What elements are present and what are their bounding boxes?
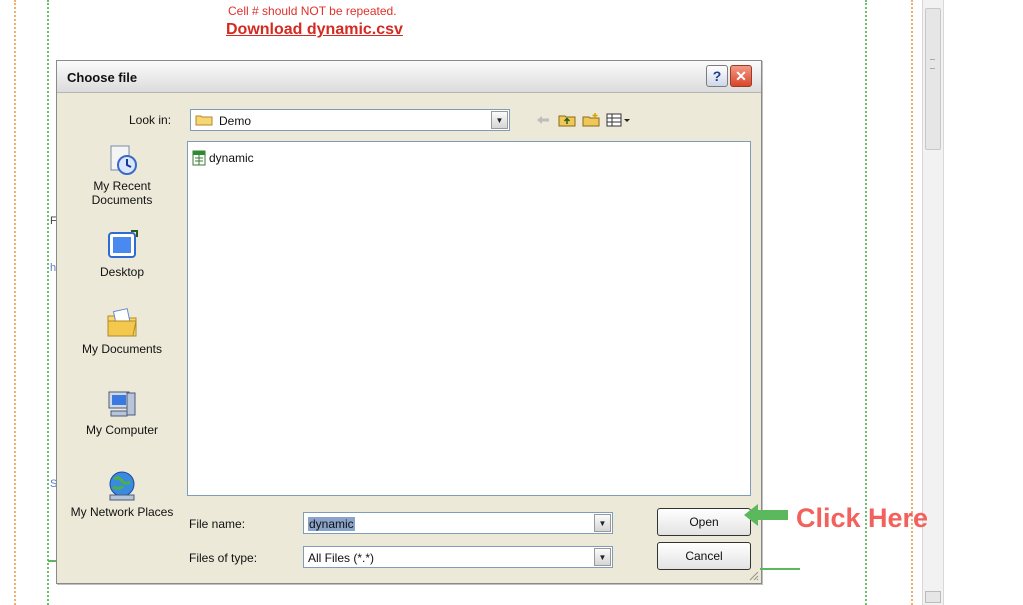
choose-file-dialog: Choose file ? ✕ Look in: Demo ▼ My Recen… <box>56 60 762 584</box>
place-my-computer[interactable]: My Computer <box>67 387 177 437</box>
back-button[interactable] <box>533 111 553 129</box>
page-notice: Cell # should NOT be repeated. <box>228 4 397 18</box>
resize-grip-icon[interactable] <box>747 569 759 581</box>
guide-line <box>47 0 49 605</box>
place-label: My Recent Documents <box>91 179 153 207</box>
file-name-value: dynamic <box>308 517 355 531</box>
file-name-dropdown-button[interactable]: ▼ <box>594 514 611 532</box>
close-button[interactable]: ✕ <box>730 65 752 87</box>
file-name: dynamic <box>209 151 254 165</box>
my-documents-icon <box>107 308 137 337</box>
csv-file-icon <box>192 150 206 166</box>
look-in-select[interactable]: Demo ▼ <box>190 109 510 131</box>
cancel-button[interactable]: Cancel <box>657 542 751 570</box>
file-list[interactable]: dynamic <box>187 141 751 496</box>
dialog-titlebar[interactable]: Choose file ? ✕ <box>57 61 761 93</box>
annotation-line <box>760 568 800 570</box>
recent-documents-icon <box>110 145 137 175</box>
desktop-icon <box>108 230 138 258</box>
files-of-type-value: All Files (*.*) <box>308 551 375 565</box>
network-places-icon <box>109 471 135 501</box>
place-label: My Documents <box>81 342 163 356</box>
click-here-annotation: Click Here <box>796 503 929 533</box>
close-icon: ✕ <box>735 68 747 84</box>
look-in-dropdown-button[interactable]: ▼ <box>491 111 508 129</box>
folder-icon <box>195 115 213 126</box>
place-label: My Computer <box>85 423 159 437</box>
download-link[interactable]: Download dynamic.csv <box>226 21 403 39</box>
chevron-down-icon: ▼ <box>495 115 504 125</box>
view-menu-icon <box>606 113 630 127</box>
place-network-places[interactable]: My Network Places <box>67 469 177 519</box>
file-name-input[interactable]: dynamic ▼ <box>303 512 613 534</box>
back-arrow-icon <box>537 116 549 124</box>
guide-line <box>14 0 16 605</box>
place-recent-documents[interactable]: My Recent Documents <box>67 143 177 207</box>
list-item[interactable]: dynamic <box>191 150 254 166</box>
file-name-text: dynamic <box>308 517 355 531</box>
view-menu-button[interactable] <box>605 111 633 129</box>
green-arrow-icon <box>744 504 788 526</box>
place-my-documents[interactable]: My Documents <box>67 306 177 356</box>
new-folder-icon <box>582 113 600 127</box>
dialog-title: Choose file <box>67 70 138 85</box>
place-desktop[interactable]: Desktop <box>67 229 177 279</box>
page-scrollbar-thumb[interactable] <box>925 8 941 150</box>
page-scrollbar-down-button[interactable] <box>925 591 941 603</box>
new-folder-button[interactable] <box>581 111 601 129</box>
places-bar: My Recent Documents Desktop My Documents <box>67 141 177 561</box>
up-folder-icon <box>558 115 576 127</box>
help-icon: ? <box>712 68 722 84</box>
chevron-down-icon: ▼ <box>598 552 607 562</box>
chevron-down-icon: ▼ <box>598 518 607 528</box>
place-label: My Network Places <box>70 505 174 519</box>
look-in-value: Demo <box>219 114 252 128</box>
open-button[interactable]: Open <box>657 508 751 536</box>
files-of-type-dropdown-button[interactable]: ▼ <box>594 548 611 566</box>
look-in-label: Look in: <box>129 113 172 127</box>
place-label: Desktop <box>99 265 145 279</box>
my-computer-icon <box>108 391 136 417</box>
files-of-type-label: Files of type: <box>189 551 258 565</box>
files-of-type-select[interactable]: All Files (*.*) ▼ <box>303 546 613 568</box>
file-name-label: File name: <box>189 517 246 531</box>
help-button[interactable]: ? <box>706 65 728 87</box>
up-folder-button[interactable] <box>557 111 577 129</box>
